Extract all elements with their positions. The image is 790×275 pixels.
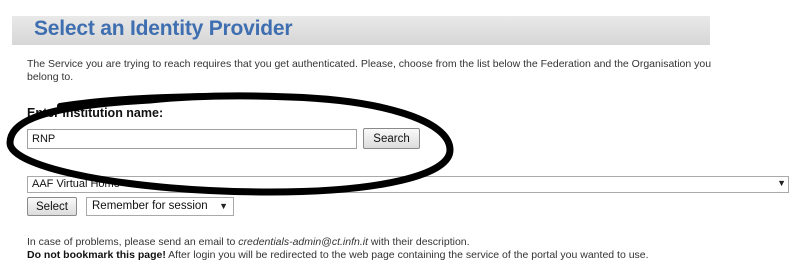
- intro-text: The Service you are trying to reach requ…: [27, 58, 712, 83]
- page-header: Select an Identity Provider: [12, 16, 710, 45]
- footer-suffix: with their description.: [368, 236, 470, 248]
- remember-selected: Remember for session: [92, 200, 208, 212]
- identity-provider-selected: AAF Virtual Home: [32, 178, 120, 190]
- select-button[interactable]: Select: [27, 197, 77, 216]
- footer-prefix: In case of problems, please send an emai…: [27, 236, 239, 248]
- footer-redirect-note: After login you will be redirected to th…: [165, 249, 649, 261]
- chevron-down-icon: ▼: [219, 201, 228, 211]
- remember-dropdown[interactable]: Remember for session ▼: [86, 197, 234, 216]
- institution-search-input[interactable]: [27, 129, 357, 149]
- support-email: credentials-admin@ct.infn.it: [238, 236, 369, 248]
- bookmark-warning: Do not bookmark this page!: [27, 249, 166, 261]
- identity-provider-select[interactable]: AAF Virtual Home ▼: [27, 176, 789, 193]
- search-button[interactable]: Search: [363, 128, 420, 149]
- institution-label: Enter institution name:: [27, 106, 164, 120]
- chevron-down-icon: ▼: [777, 178, 786, 188]
- page-title: Select an Identity Provider: [34, 17, 293, 40]
- footer-help: In case of problems, please send an emai…: [27, 236, 727, 262]
